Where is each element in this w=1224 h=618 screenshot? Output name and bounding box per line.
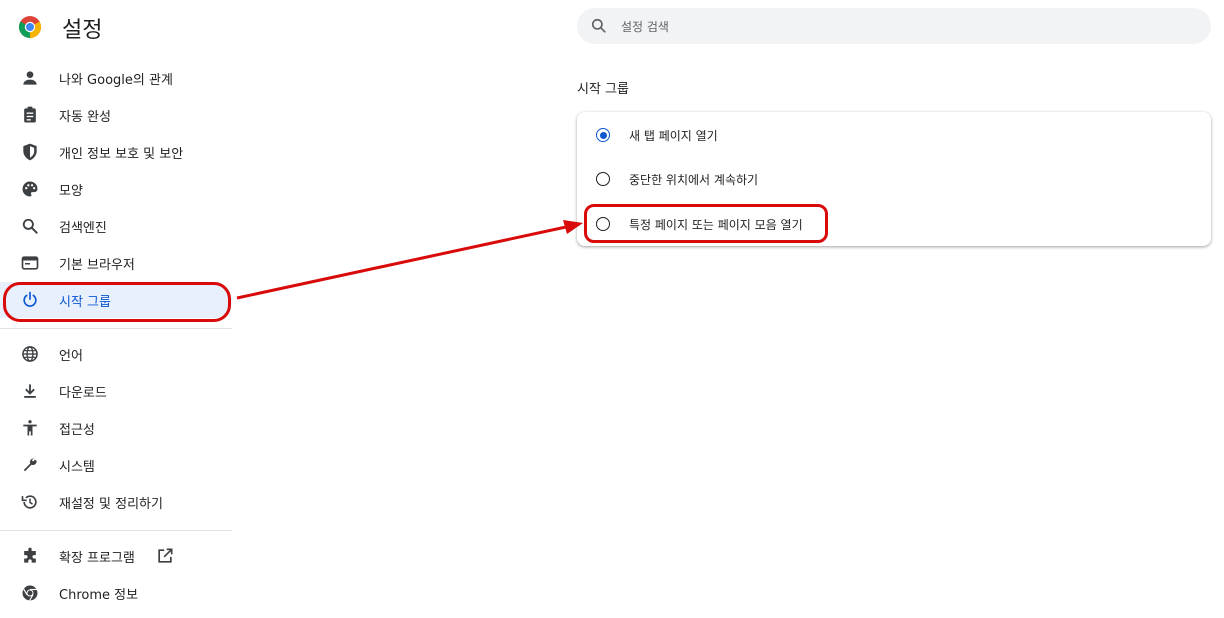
shield-icon [23,143,37,161]
palette-icon [22,181,38,197]
radio-button[interactable] [596,128,610,142]
sidebar-item-appearance[interactable]: 모양 [0,171,232,207]
startup-options-card: 새 탭 페이지 열기 중단한 위치에서 계속하기 특정 페이지 또는 페이지 모… [577,112,1211,246]
sidebar-divider [0,530,232,531]
globe-icon [22,346,38,362]
option-label: 새 탭 페이지 열기 [629,129,718,143]
page-title: 설정 [62,18,103,43]
sidebar-item-label: Chrome 정보 [59,588,139,603]
sidebar-item-label: 자동 완성 [59,110,111,125]
download-icon [24,384,36,398]
search-icon [22,218,38,234]
sidebar-item-label: 다운로드 [59,386,107,401]
accessibility-icon [23,420,37,436]
sidebar-item-label: 시작 그룹 [59,295,111,310]
external-link-icon [158,548,173,563]
search-input[interactable] [619,8,1193,46]
sidebar-item-about-chrome[interactable]: Chrome 정보 [0,575,232,611]
radio-button[interactable] [596,217,610,231]
sidebar-item-label: 재설정 및 정리하기 [59,497,163,512]
sidebar-item-accessibility[interactable]: 접근성 [0,410,232,446]
search-icon [591,18,606,33]
sidebar-item-label: 검색엔진 [59,221,107,236]
power-icon [23,291,37,307]
sidebar-item-label: 접근성 [59,423,95,438]
sidebar-item-extensions[interactable]: 확장 프로그램 [0,538,232,574]
section-title: 시작 그룹 [577,82,629,97]
sidebar-item-reset[interactable]: 재설정 및 정리하기 [0,484,232,520]
person-icon [23,71,37,85]
history-icon [21,495,37,509]
sidebar-item-downloads[interactable]: 다운로드 [0,373,232,409]
settings-search-bar[interactable] [577,8,1211,46]
sidebar-item-google-account[interactable]: 나와 Google의 관계 [0,60,232,96]
wrench-icon [23,458,37,472]
browser-icon [21,256,39,270]
option-label: 중단한 위치에서 계속하기 [629,173,759,187]
sidebar-item-on-startup[interactable]: 시작 그룹 [0,282,232,318]
option-new-tab[interactable]: 새 탭 페이지 열기 [577,113,1211,157]
puzzle-icon [24,547,36,563]
sidebar-item-label: 확장 프로그램 [59,551,135,566]
sidebar-item-default-browser[interactable]: 기본 브라우저 [0,245,232,281]
chrome-icon [22,585,38,601]
sidebar-item-label: 모양 [59,184,83,199]
chrome-logo-icon [18,16,42,38]
option-continue[interactable]: 중단한 위치에서 계속하기 [577,157,1211,201]
sidebar-item-search-engine[interactable]: 검색엔진 [0,208,232,244]
sidebar-item-label: 시스템 [59,460,95,475]
option-specific-pages[interactable]: 특정 페이지 또는 페이지 모음 열기 [577,202,1211,246]
sidebar-item-label: 나와 Google의 관계 [59,73,173,88]
sidebar-item-label: 언어 [59,349,83,364]
clipboard-icon [24,106,36,123]
sidebar-item-languages[interactable]: 언어 [0,336,232,372]
sidebar-item-privacy[interactable]: 개인 정보 보호 및 보안 [0,134,232,170]
sidebar-item-label: 개인 정보 보호 및 보안 [59,147,184,162]
sidebar-item-autofill[interactable]: 자동 완성 [0,97,232,133]
sidebar-item-label: 기본 브라우저 [59,258,135,273]
radio-button[interactable] [596,172,610,186]
sidebar-divider [0,328,232,329]
option-label: 특정 페이지 또는 페이지 모음 열기 [629,218,803,232]
sidebar-item-system[interactable]: 시스템 [0,447,232,483]
